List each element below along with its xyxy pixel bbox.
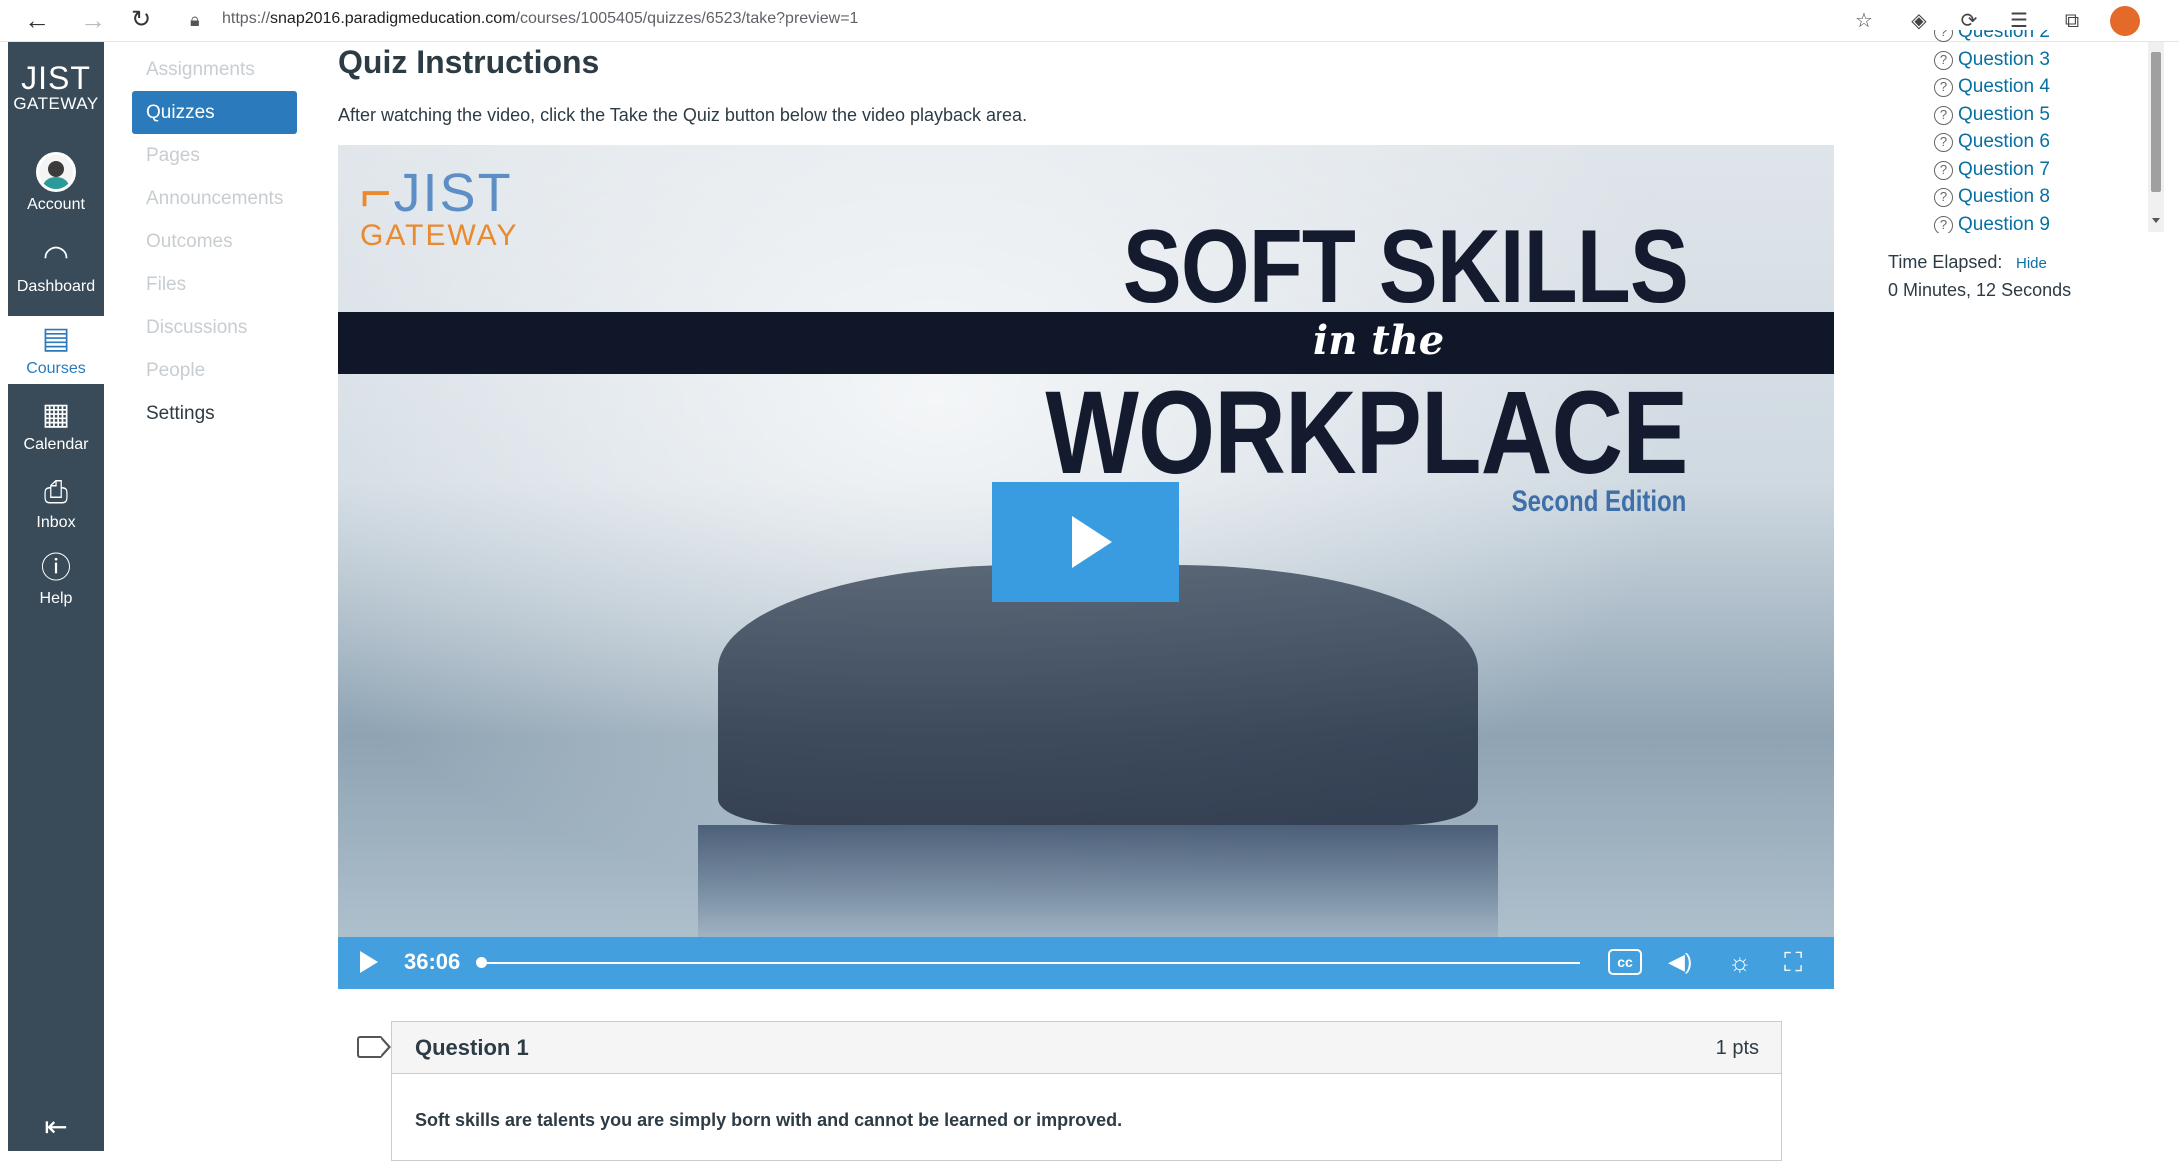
reload-icon[interactable]: ↻ [126, 6, 156, 36]
video-silhouettes [718, 565, 1478, 825]
video-duration: 36:06 [404, 949, 461, 974]
inbox-icon: ⎙ [44, 476, 68, 509]
add-favorite-icon[interactable]: ☆ [1850, 8, 1878, 34]
question-link[interactable]: ? Question 2 [1934, 30, 2144, 46]
question-link-label: Question 4 [1958, 76, 2050, 97]
global-nav-label: Inbox [36, 514, 76, 531]
course-nav: Assignments Quizzes Pages Announcements … [132, 48, 297, 435]
course-nav-settings[interactable]: Settings [132, 392, 297, 435]
avatar [36, 152, 76, 192]
settings-gear-icon[interactable]: ☼ [1728, 947, 1752, 977]
global-nav-label: Calendar [23, 436, 89, 453]
question-link-label: Question 5 [1958, 103, 2050, 125]
question-name: Question 1 [415, 1035, 529, 1060]
help-icon: ? [1934, 78, 1953, 97]
question-link[interactable]: ? Question 3 [1934, 46, 2144, 74]
big-play-button[interactable] [992, 482, 1179, 602]
video-player[interactable]: ⌐JIST GATEWAY SOFT SKILLS in the WORKPLA… [338, 145, 1834, 989]
course-nav-announcements[interactable]: Announcements [132, 177, 297, 220]
course-nav-people[interactable]: People [132, 349, 297, 392]
video-brand-logo: ⌐JIST GATEWAY [360, 163, 519, 252]
course-nav-outcomes[interactable]: Outcomes [132, 220, 297, 263]
lock-icon[interactable]: 🔒︎ [190, 10, 200, 31]
back-arrow-icon[interactable]: ← [22, 6, 52, 36]
global-nav-dashboard[interactable]: ◠ Dashboard [8, 240, 104, 296]
question-text: Soft skills are talents you are simply b… [415, 1110, 1123, 1130]
video-title-line2: WORKPLACE [1045, 367, 1689, 499]
calendar-icon: ▦ [41, 398, 71, 431]
scroll-thumb[interactable] [2151, 52, 2161, 192]
question-link-label: Question 7 [1958, 158, 2050, 180]
course-nav-files[interactable]: Files [132, 263, 297, 306]
global-nav-courses[interactable]: ▤ Courses [8, 316, 104, 384]
video-edition: Second Edition [1511, 485, 1686, 518]
help-icon: ? [1934, 215, 1953, 233]
help-icon: ? [1934, 50, 1953, 70]
quiz-instructions: After watching the video, click the Take… [338, 105, 1028, 125]
question-list-scrollbar[interactable] [2148, 42, 2164, 232]
global-nav: JIST GATEWAY Account ◠ Dashboard ▤ Cours… [8, 42, 104, 1151]
question-link[interactable]: ? Question 6 [1934, 128, 2144, 156]
course-nav-discussions[interactable]: Discussions [132, 306, 297, 349]
question-link[interactable]: ? Question 5 [1934, 101, 2144, 129]
play-icon[interactable] [360, 951, 378, 973]
global-nav-label: Account [27, 196, 85, 213]
course-nav-pages[interactable]: Pages [132, 134, 297, 177]
help-icon: ? [1934, 30, 1953, 42]
hide-timer-link[interactable]: Hide [2016, 255, 2047, 272]
question-card: Question 1 1 pts Soft skills are talents… [391, 1021, 1782, 1161]
question-link-label: Question 2 [1958, 30, 2050, 42]
video-title-mid: in the [1313, 317, 1445, 364]
page-title: Quiz Instructions [338, 44, 600, 80]
closed-captions-icon[interactable]: cc [1608, 949, 1642, 975]
video-brand-mark: JIST [393, 163, 513, 223]
video-brand-sub: GATEWAY [360, 219, 519, 252]
course-nav-assignments[interactable]: Assignments [132, 48, 297, 91]
question-link[interactable]: ? Question 4 [1934, 73, 2144, 101]
flag-question-icon[interactable] [357, 1036, 391, 1058]
extension-icon[interactable]: ◈ [1905, 8, 1933, 34]
forward-arrow-icon[interactable]: → [78, 6, 108, 36]
help-icon: ? [1934, 105, 1953, 125]
video-title-line1: SOFT SKILLS [1122, 209, 1689, 325]
global-nav-calendar[interactable]: ▦ Calendar [8, 398, 104, 454]
global-nav-label: Courses [26, 360, 86, 377]
courses-icon: ▤ [41, 322, 71, 355]
progress-bar[interactable] [480, 962, 1580, 964]
help-icon: ⓘ [41, 552, 71, 585]
help-icon: ? [1934, 160, 1953, 180]
global-nav-label: Dashboard [16, 278, 96, 295]
global-nav-label: Help [39, 590, 73, 607]
address-bar[interactable]: https://snap2016.paradigmeducation.com/c… [222, 10, 858, 28]
dashboard-icon: ◠ [42, 240, 70, 273]
browser-toolbar: ← → ↻ 🔒︎ https://snap2016.paradigmeducat… [0, 0, 2179, 42]
question-link[interactable]: ? Question 9 [1934, 211, 2144, 234]
question-list: ? Question 2 ? Question 3 ? Question 4 ? Que… [1934, 30, 2144, 233]
video-controls: 36:06 cc ◀︎) ☼ ⛶ [338, 937, 1834, 989]
scroll-down-arrow-icon[interactable] [2152, 218, 2160, 223]
question-link-label: Question 6 [1958, 131, 2050, 152]
global-nav-account[interactable]: Account [8, 152, 104, 214]
question-link[interactable]: ? Question 7 [1934, 156, 2144, 184]
global-nav-help[interactable]: ⓘ Help [8, 552, 104, 608]
progress-handle[interactable] [476, 957, 487, 968]
question-points: 1 pts [1715, 1037, 1759, 1059]
jist-gateway-logo[interactable]: JIST GATEWAY [8, 62, 104, 114]
course-nav-quizzes[interactable]: Quizzes [132, 91, 297, 134]
volume-icon[interactable]: ◀︎) [1668, 947, 1692, 977]
question-link-label: Question 9 [1958, 213, 2050, 234]
question-link[interactable]: ? Question 8 [1934, 183, 2144, 211]
question-link-label: Question 3 [1958, 48, 2050, 70]
question-header: Question 1 1 pts [392, 1022, 1781, 1074]
collapse-nav-icon[interactable]: ⇤ [8, 1110, 104, 1143]
time-elapsed-label: Time Elapsed: [1888, 252, 2003, 272]
video-reflection [698, 825, 1498, 945]
fullscreen-icon[interactable]: ⛶ [1784, 947, 1802, 977]
help-icon: ? [1934, 188, 1953, 207]
question-link-label: Question 8 [1958, 186, 2050, 207]
global-nav-inbox[interactable]: ⎙ Inbox [8, 476, 104, 532]
help-icon: ? [1934, 133, 1953, 152]
time-elapsed-value: 0 Minutes, 12 Seconds [1888, 280, 2072, 300]
